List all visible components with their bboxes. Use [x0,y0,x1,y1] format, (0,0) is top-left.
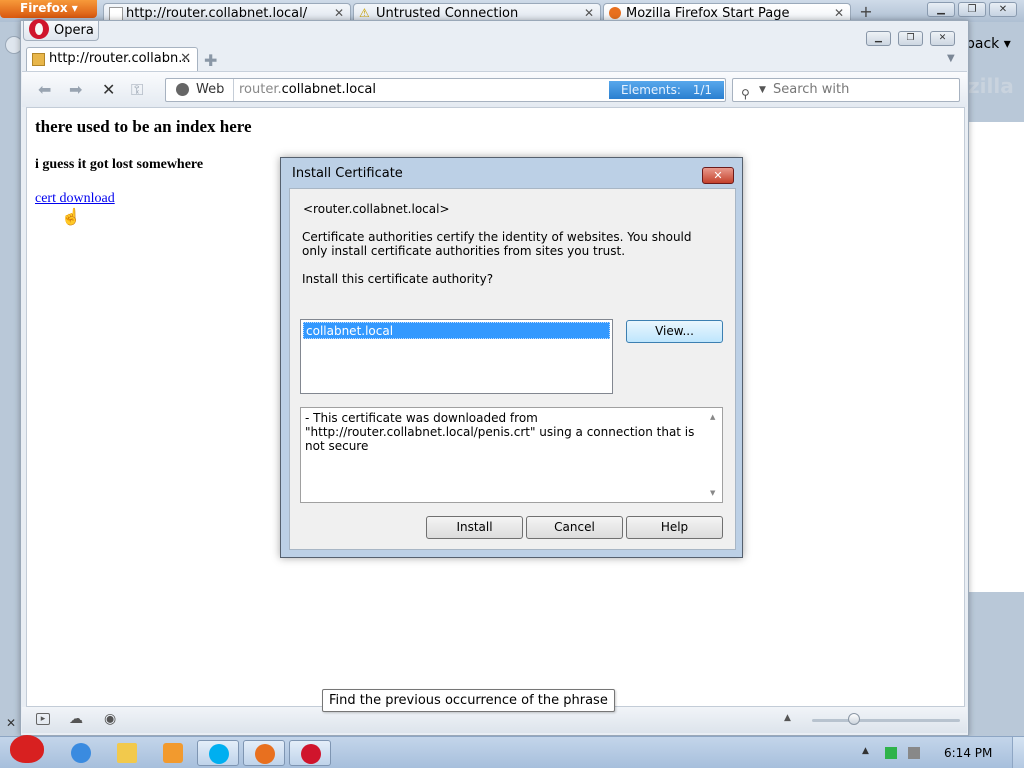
elements-count: 1/1 [692,83,713,97]
cancel-button[interactable]: Cancel [526,516,623,539]
firefox-icon [609,7,621,19]
hand-cursor-icon: ☝ [61,209,81,226]
dialog-description: Certificate authorities certify the iden… [302,230,692,258]
details-scrollbar[interactable]: ▲ ▼ [706,408,722,502]
stop-icon[interactable]: ✕ [102,80,115,99]
ie-icon [71,743,91,763]
zoom-slider-handle[interactable] [848,713,860,725]
firefox-tab-title: http://router.collabnet.local/ [126,6,308,21]
install-button[interactable]: Install [426,516,523,539]
address-bar[interactable]: Web router.collabnet.local Elements: 1/1 [165,78,726,102]
search-field[interactable]: ⚲ ▼ Search with [732,78,960,102]
volume-muted-icon[interactable] [908,747,920,759]
back-arrow-icon[interactable]: ⬅ [38,80,51,99]
speed-dial-icon[interactable]: ◉ [104,711,116,727]
opera-menu-button[interactable]: Opera [23,19,99,41]
list-item[interactable]: collabnet.local [303,322,610,339]
opera-toolbar: ⬅ ➡ ✕ ⚿ Web router.collabnet.local Eleme… [22,71,967,107]
elements-label: Elements: [620,83,681,97]
install-certificate-dialog: Install Certificate ✕ <router.collabnet.… [280,157,743,558]
folder-icon [117,743,137,763]
address-scope-label: Web [196,82,225,97]
restore-button[interactable]: ❐ [958,2,986,17]
tooltip: Find the previous occurrence of the phra… [322,689,615,712]
certificate-details-text[interactable]: - This certificate was downloaded from "… [300,407,723,503]
cert-download-link[interactable]: cert download [35,191,115,207]
clock[interactable]: 6:14 PM [944,746,992,760]
warning-page-icon [32,53,45,66]
dialog-close-button[interactable]: ✕ [702,167,734,184]
dialog-question: Install this certificate authority? [302,272,494,286]
scroll-down-icon[interactable]: ▼ [710,486,715,500]
chevron-down-icon[interactable]: ▼ [759,79,766,101]
dialog-body: <router.collabnet.local> Certificate aut… [289,188,736,550]
mozilla-logo: zilla [968,74,1014,98]
certificate-details: - This certificate was downloaded from "… [305,411,695,453]
taskbar-opera[interactable] [289,740,331,766]
taskbar-firefox[interactable] [243,740,285,766]
search-icon: ⚲ [741,87,750,101]
media-player-icon [163,743,183,763]
opera-minimize-button[interactable]: ▁ [866,31,891,46]
opera-close-button[interactable]: ✕ [930,31,955,46]
firefox-menu-label: Firefox [20,1,68,15]
zoom-slider[interactable] [812,719,960,722]
back-label: back [966,36,1000,52]
firefox-tab-title: Mozilla Firefox Start Page [626,6,790,21]
dialog-host: <router.collabnet.local> [303,202,450,216]
opera-tab-title: http://router.collabn... [49,51,191,66]
opera-tab[interactable]: http://router.collabn... ✕ [26,47,198,71]
opera-icon [301,744,321,764]
page-icon [109,7,123,21]
close-icon[interactable]: ✕ [6,716,16,730]
skype-icon [209,744,229,764]
page-subheading: i guess it got lost somewhere [35,157,204,172]
angry-bird-icon [10,735,44,763]
wand-key-icon[interactable]: ⚿ [131,80,143,100]
panel-toggle-icon[interactable]: ▸ [36,713,50,725]
firefox-menu-button[interactable]: Firefox ▾ [0,0,97,18]
taskbar-skype[interactable] [197,740,239,766]
firefox-page-area [966,122,1024,592]
tray-expand-icon[interactable]: ▲ [862,746,869,756]
elements-badge[interactable]: Elements: 1/1 [609,81,724,99]
add-tab-icon[interactable]: ✚ [204,51,217,70]
taskbar-ie[interactable] [60,740,102,766]
opera-restore-button[interactable]: ❐ [898,31,923,46]
address-host: collabnet.local [281,82,376,97]
firefox-tab-title: Untrusted Connection [376,6,519,21]
address-url[interactable]: router.collabnet.local [239,79,376,101]
close-window-button[interactable]: ✕ [989,2,1017,17]
taskbar: ▲ 6:14 PM [0,735,1024,768]
cloud-icon[interactable]: ☁ [69,711,83,727]
search-placeholder: Search with [773,82,850,97]
taskbar-media[interactable] [152,740,194,766]
address-scope-button[interactable]: Web [166,79,234,101]
close-tab-icon[interactable]: ✕ [180,48,191,70]
warning-icon: ⚠ [359,6,370,20]
scroll-up-icon[interactable]: ▲ [710,410,715,424]
show-desktop-button[interactable] [1012,737,1024,768]
opera-menu-label: Opera [54,23,94,38]
firefox-icon [255,744,275,764]
help-button[interactable]: Help [626,516,723,539]
taskbar-explorer[interactable] [106,740,148,766]
minimize-button[interactable]: ▁ [927,2,955,17]
view-button[interactable]: View... [626,320,723,343]
globe-icon [176,83,189,96]
certificate-list[interactable]: collabnet.local [300,319,613,394]
page-heading: there used to be an index here [35,117,252,136]
start-button[interactable] [6,729,46,765]
tab-menu-chevron-icon[interactable]: ▼ [947,53,955,64]
dialog-title: Install Certificate [292,166,403,181]
view-up-icon[interactable]: ▲ [784,713,791,723]
opera-logo-icon [29,19,49,39]
address-host-prefix: router. [239,82,282,97]
forward-arrow-icon[interactable]: ➡ [69,80,82,99]
network-icon[interactable] [885,747,897,759]
firefox-back-button[interactable]: back ▾ [966,36,1011,52]
